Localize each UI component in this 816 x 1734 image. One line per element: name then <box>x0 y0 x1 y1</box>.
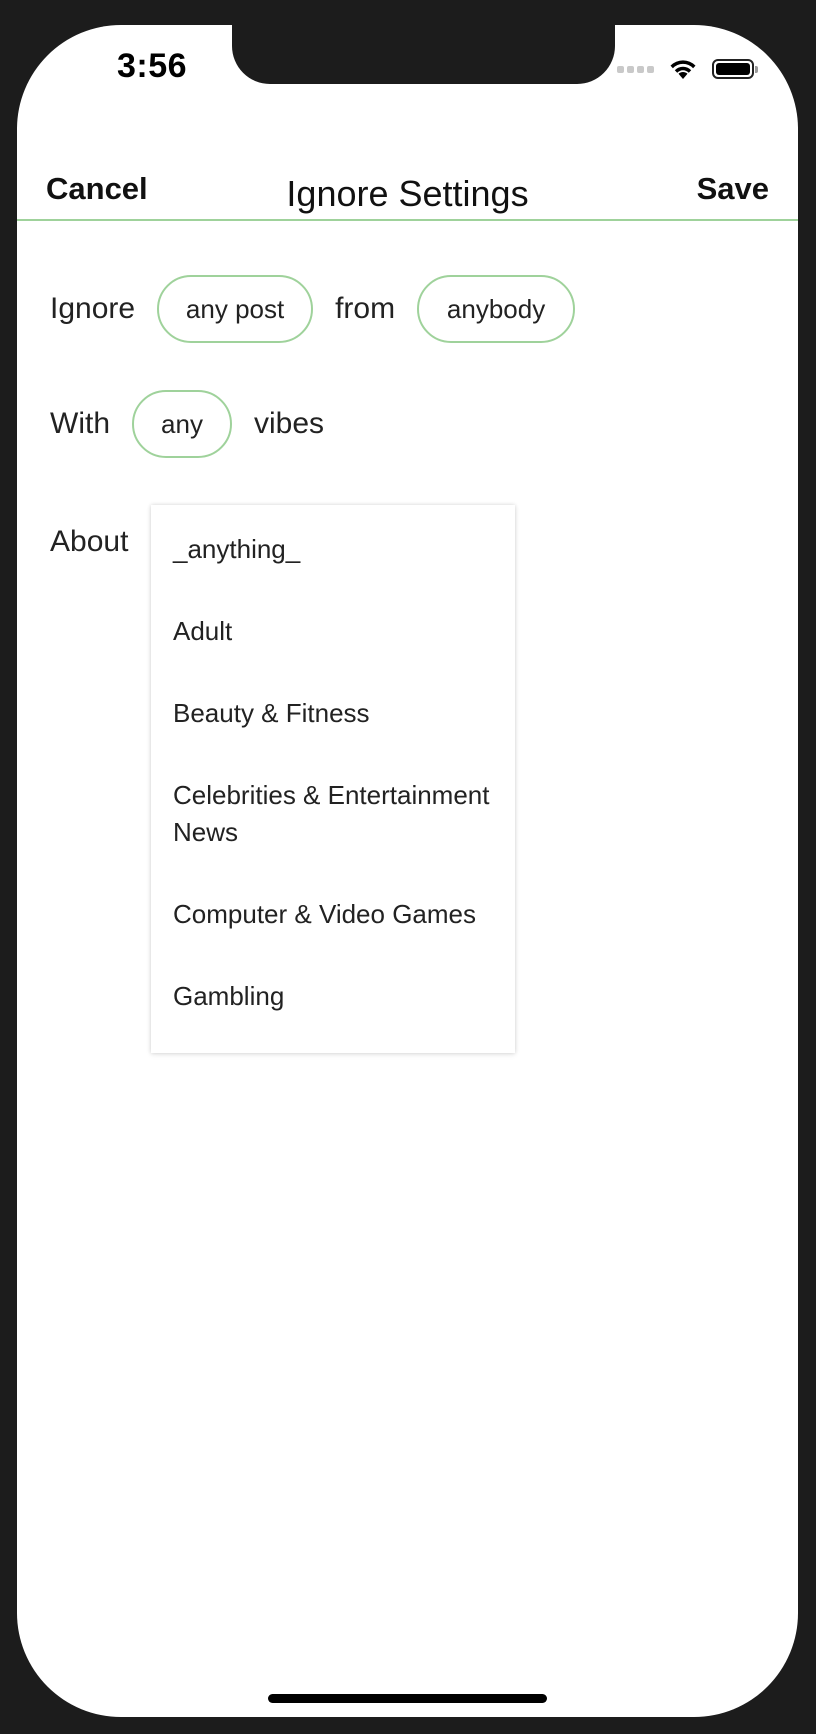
status-time: 3:56 <box>116 47 188 85</box>
phone-screen: 3:56 Cancel Ignore Settings Save Ignore … <box>17 25 798 1717</box>
device-frame: 3:56 Cancel Ignore Settings Save Ignore … <box>0 0 816 1734</box>
ignore-row: Ignore any post from anybody <box>50 275 576 343</box>
battery-icon <box>712 59 758 79</box>
wifi-icon <box>670 60 696 79</box>
dropdown-option-computer-video-games[interactable]: Computer & Video Games <box>173 896 503 933</box>
home-indicator[interactable] <box>268 1694 547 1703</box>
vibes-label: vibes <box>254 407 325 440</box>
from-label: from <box>335 292 396 325</box>
about-label: About <box>50 525 129 558</box>
vibes-selector[interactable]: any <box>132 390 232 458</box>
status-icons <box>617 56 758 82</box>
dropdown-option-anything[interactable]: _anything_ <box>173 531 503 568</box>
page-title: Ignore Settings <box>286 173 529 214</box>
about-row: About <box>50 525 128 559</box>
ignore-label: Ignore <box>50 292 136 325</box>
device-notch <box>232 25 615 84</box>
cellular-signal-icon <box>617 65 654 73</box>
dropdown-option-beauty-fitness[interactable]: Beauty & Fitness <box>173 695 503 732</box>
post-type-selector[interactable]: any post <box>157 275 314 343</box>
dropdown-option-celebrities-entertainment-news[interactable]: Celebrities & Entertainment News <box>173 777 503 851</box>
navigation-bar: Cancel Ignore Settings Save <box>17 137 798 221</box>
topics-dropdown: _anything_ Adult Beauty & Fitness Celebr… <box>151 505 515 1053</box>
with-label: With <box>50 407 110 440</box>
dropdown-option-gambling[interactable]: Gambling <box>173 978 503 1015</box>
vibes-row: With any vibes <box>50 390 324 458</box>
save-button[interactable]: Save <box>697 171 769 207</box>
author-selector[interactable]: anybody <box>417 275 576 343</box>
dropdown-option-adult[interactable]: Adult <box>173 613 503 650</box>
